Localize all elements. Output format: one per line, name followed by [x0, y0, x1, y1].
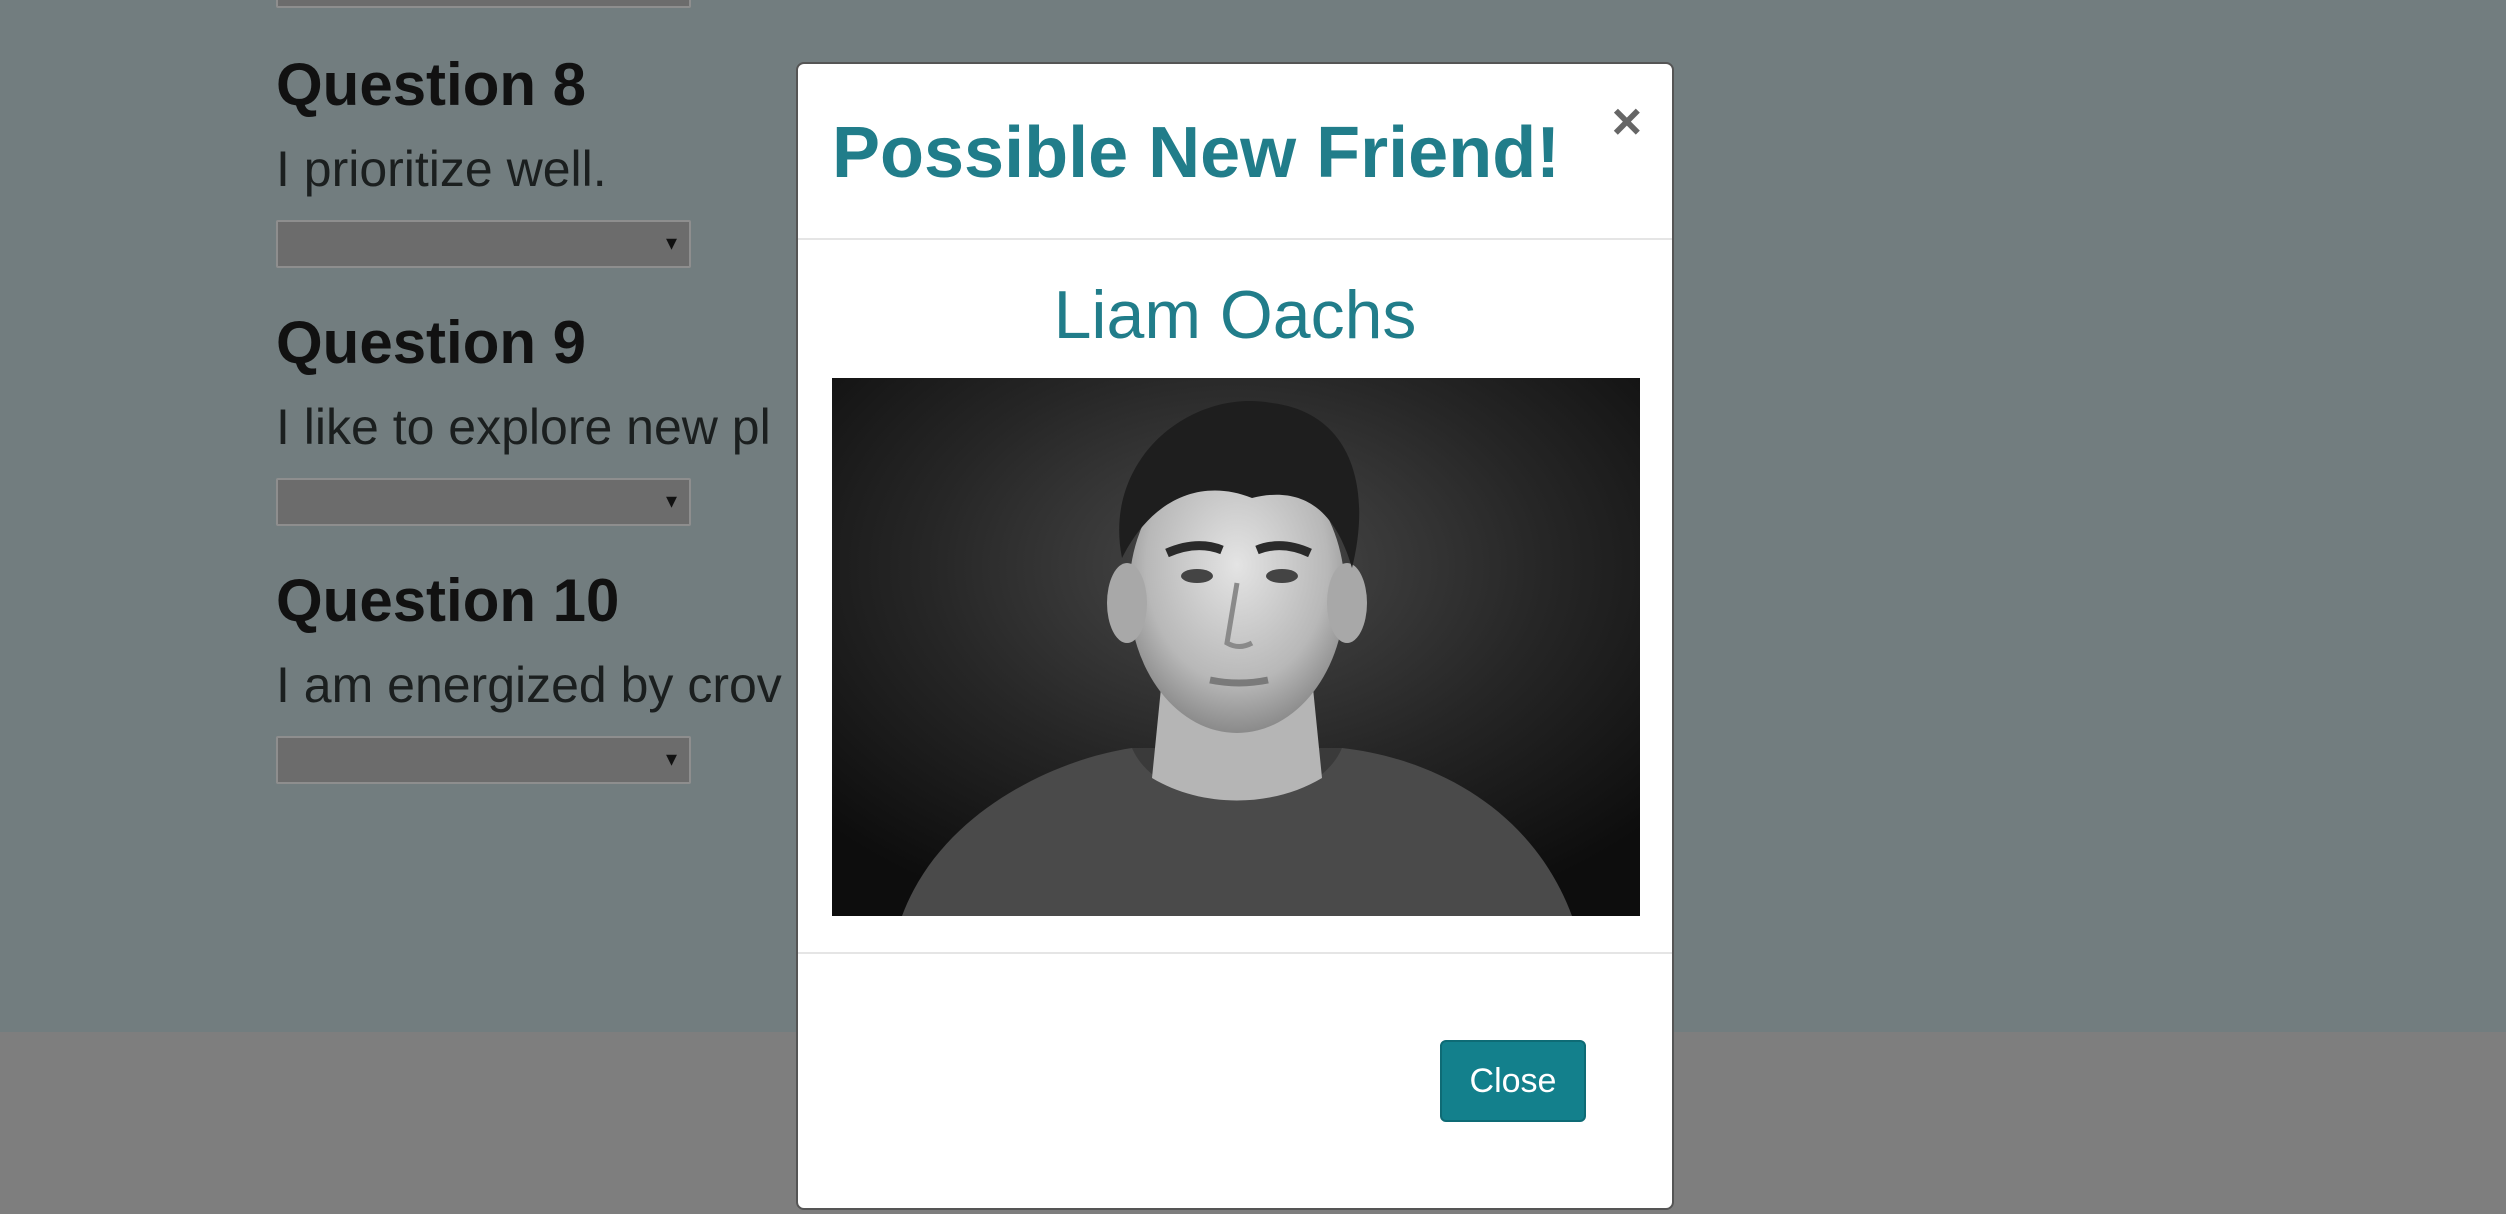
modal-footer-divider: [798, 952, 1672, 954]
question-10-title: Question 10: [276, 567, 620, 634]
close-icon[interactable]: ×: [1612, 96, 1642, 148]
question-9-text: I like to explore new pl: [276, 399, 771, 455]
question-8-title: Question 8: [276, 51, 587, 118]
friend-photo: [832, 378, 1640, 916]
modal-header-divider: [798, 238, 1672, 240]
question-7-select[interactable]: [276, 0, 691, 8]
chevron-down-icon: ▾: [665, 746, 677, 771]
friend-modal: Possible New Friend! × Liam Oachs Close: [796, 62, 1674, 1210]
question-8-text: I prioritize well.: [276, 141, 607, 197]
question-10-text: I am energized by crov: [276, 657, 782, 713]
page: Question 8 I prioritize well. ▾ Question…: [0, 0, 2506, 1214]
question-8-select[interactable]: ▾: [276, 220, 691, 268]
chevron-down-icon: ▾: [665, 488, 677, 513]
chevron-down-icon: ▾: [665, 230, 677, 255]
friend-name: Liam Oachs: [1053, 277, 1417, 353]
close-button[interactable]: Close: [1440, 1040, 1586, 1122]
question-10-select[interactable]: ▾: [276, 736, 691, 784]
question-9-select[interactable]: ▾: [276, 478, 691, 526]
modal-title: Possible New Friend!: [832, 113, 1561, 193]
question-9-title: Question 9: [276, 309, 587, 376]
portrait-image: [832, 378, 1640, 916]
